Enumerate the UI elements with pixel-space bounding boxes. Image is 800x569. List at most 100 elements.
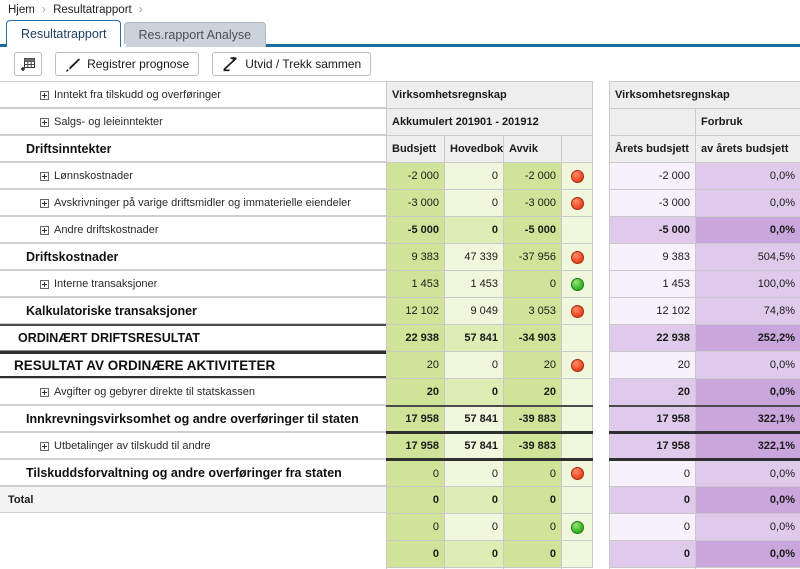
cell-budsjett: -3 000 xyxy=(386,189,445,217)
cell-forbruk: 0,0% xyxy=(695,513,800,541)
cell-forbruk: 74,8% xyxy=(695,297,800,325)
row-label-grand: RESULTAT AV ORDINÆRE AKTIVITETER xyxy=(0,351,386,378)
status-led-green-icon xyxy=(570,277,584,291)
status-led-green-icon xyxy=(570,520,584,534)
row-label-text: RESULTAT AV ORDINÆRE AKTIVITETER xyxy=(14,357,276,373)
registrer-prognose-label: Registrer prognose xyxy=(87,57,190,71)
row-label-detail[interactable]: Utbetalinger av tilskudd til andre xyxy=(0,432,386,459)
breadcrumb-item-home[interactable]: Hjem xyxy=(8,4,35,16)
expand-plus-icon[interactable] xyxy=(40,280,49,289)
breadcrumb-separator-icon: › xyxy=(42,4,46,16)
table-row: 12 102 74,8% xyxy=(609,297,800,325)
row-label-text: Driftsinntekter xyxy=(26,141,112,156)
cell-avvik: 0 xyxy=(503,513,562,541)
col-header-avvik[interactable]: Avvik xyxy=(503,135,562,163)
row-label-detail[interactable]: Salgs- og leieinntekter xyxy=(0,108,386,135)
expand-plus-icon[interactable] xyxy=(40,172,49,181)
tab-resultatrapport[interactable]: Resultatrapport xyxy=(6,20,122,47)
row-label-detail[interactable]: Avgifter og gebyrer direkte til statskas… xyxy=(0,378,386,405)
col-header-av-arets-budsjett[interactable]: av årets budsjett xyxy=(695,135,800,163)
cell-arets-budsjett: 22 938 xyxy=(609,324,696,352)
cell-arets-budsjett: 0 xyxy=(609,459,696,487)
cell-hovedbok: 1 453 xyxy=(444,270,504,298)
row-label-text: Interne transaksjoner xyxy=(54,277,158,290)
cell-avvik: 20 xyxy=(503,351,562,379)
table-column-header-row: Budsjett Hovedbok Avvik xyxy=(386,135,593,163)
cell-forbruk: 0,0% xyxy=(695,351,800,379)
row-label-column: Inntekt fra tilskudd og overføringer Salg… xyxy=(0,81,386,513)
cell-hovedbok: 57 841 xyxy=(444,324,504,352)
cell-status-indicator xyxy=(561,351,593,379)
cell-budsjett: -2 000 xyxy=(386,162,445,190)
table-row: 1 453 100,0% xyxy=(609,270,800,298)
table-row: 0 0,0% xyxy=(609,540,800,568)
cell-status-indicator xyxy=(561,243,593,271)
table-row: 000 xyxy=(386,540,593,568)
breadcrumb-separator-icon-2: › xyxy=(138,4,143,16)
row-label-text: Inntekt fra tilskudd og overføringer xyxy=(54,88,221,101)
expand-plus-icon[interactable] xyxy=(40,91,49,100)
cell-avvik: -3 000 xyxy=(503,189,562,217)
row-label-text: Total xyxy=(8,493,34,506)
cell-hovedbok: 0 xyxy=(444,378,504,406)
status-led-red-icon xyxy=(570,467,584,480)
cell-hovedbok: 0 xyxy=(444,216,504,244)
cell-avvik: 3 053 xyxy=(503,297,562,325)
cell-arets-budsjett: 17 958 xyxy=(609,431,696,461)
row-label-sub: Tilskuddsforvaltning og andre overføring… xyxy=(0,459,386,486)
right-column-header-row: Årets budsjett av årets budsjett xyxy=(609,135,800,163)
cell-hovedbok: 57 841 xyxy=(444,404,504,434)
cell-hovedbok: 57 841 xyxy=(444,431,504,461)
cell-forbruk: 322,1% xyxy=(695,404,800,434)
row-label-detail[interactable]: Avskrivninger på varige driftsmidler og … xyxy=(0,189,386,216)
cell-status-indicator xyxy=(561,162,593,190)
table-row: 22 938 57 841 -34 903 xyxy=(386,324,593,352)
table-row: 0 0,0% xyxy=(609,513,800,541)
cell-hovedbok: 0 xyxy=(444,486,504,514)
cell-avvik: -2 000 xyxy=(503,162,562,190)
add-table-button[interactable] xyxy=(14,52,42,76)
row-label-total: Total xyxy=(0,486,386,513)
expand-plus-icon[interactable] xyxy=(40,226,49,235)
table-row: 000 xyxy=(386,459,593,487)
table-row: 9 383 504,5% xyxy=(609,243,800,271)
table-row: 20 0,0% xyxy=(609,351,800,379)
tab-resultatrapport-label: Resultatrapport xyxy=(21,27,107,41)
cell-status-indicator xyxy=(561,486,593,514)
row-label-detail[interactable]: Interne transaksjoner xyxy=(0,270,386,297)
col-header-arets-budsjett[interactable]: Årets budsjett xyxy=(609,135,696,163)
registrer-prognose-button[interactable]: Registrer prognose xyxy=(55,52,200,76)
status-led-red-icon xyxy=(570,358,584,372)
row-label-sub: Driftskostnader xyxy=(0,243,386,270)
cell-status-indicator xyxy=(561,216,593,244)
row-label-text: Utbetalinger av tilskudd til andre xyxy=(54,439,211,452)
cell-forbruk: 0,0% xyxy=(695,486,800,514)
col-header-budsjett[interactable]: Budsjett xyxy=(386,135,445,163)
row-label-text: Driftskostnader xyxy=(26,249,119,264)
expand-plus-icon[interactable] xyxy=(40,442,49,451)
row-label-sub: Kalkulatoriske transaksjoner xyxy=(0,297,386,324)
cell-hovedbok: 0 xyxy=(444,351,504,379)
cell-arets-budsjett: 0 xyxy=(609,540,696,568)
status-led-red-icon xyxy=(570,250,584,264)
utvid-trekk-sammen-button[interactable]: Utvid / Trekk sammen xyxy=(212,52,372,76)
row-label-detail[interactable]: Lønnskostnader xyxy=(0,162,386,189)
cell-arets-budsjett: 17 958 xyxy=(609,404,696,434)
cell-arets-budsjett: 20 xyxy=(609,378,696,406)
cell-budsjett: 22 938 xyxy=(386,324,445,352)
tab-strip: Resultatrapport Res.rapport Analyse xyxy=(0,20,800,47)
plus-minus-icon xyxy=(222,56,239,72)
expand-plus-icon[interactable] xyxy=(40,388,49,397)
breadcrumb-item-report[interactable]: Resultatrapport xyxy=(53,4,132,16)
expand-plus-icon[interactable] xyxy=(40,118,49,127)
cell-arets-budsjett: 0 xyxy=(609,513,696,541)
row-label-detail[interactable]: Andre driftskostnader xyxy=(0,216,386,243)
table-row: 20 0 20 xyxy=(386,351,593,379)
cell-budsjett: 0 xyxy=(386,459,445,487)
row-label-detail[interactable]: Inntekt fra tilskudd og overføringer xyxy=(0,81,386,108)
accumulated-table: Virksomhetsregnskap Akkumulert 201901 - … xyxy=(386,81,593,569)
col-header-hovedbok[interactable]: Hovedbok xyxy=(444,135,504,163)
expand-plus-icon[interactable] xyxy=(40,199,49,208)
cell-hovedbok: 0 xyxy=(444,540,504,568)
tab-res-rapport-analyse[interactable]: Res.rapport Analyse xyxy=(123,22,267,47)
